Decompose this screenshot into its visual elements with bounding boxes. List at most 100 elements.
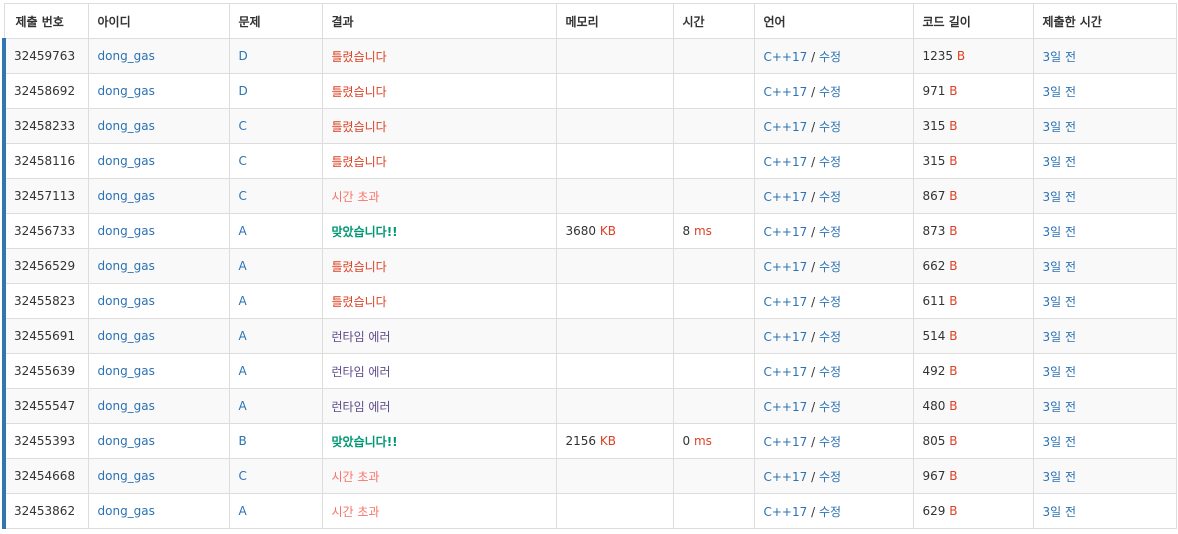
edit-link[interactable]: 수정 <box>819 330 841 344</box>
edit-link[interactable]: 수정 <box>819 190 841 204</box>
result-text: 맞았습니다!! <box>331 224 398 239</box>
memory-cell <box>555 143 674 179</box>
problem-link[interactable]: C <box>239 154 247 168</box>
language-link[interactable]: C++17 <box>764 120 808 134</box>
edit-link[interactable]: 수정 <box>819 85 841 99</box>
edit-link[interactable]: 수정 <box>819 120 841 134</box>
submission-id: 32454668 <box>2 458 89 494</box>
submitted-time-link[interactable]: 3일 전 <box>1043 435 1077 449</box>
problem-link[interactable]: A <box>239 259 247 273</box>
language-link[interactable]: C++17 <box>764 85 808 99</box>
language-link[interactable]: C++17 <box>764 155 808 169</box>
language-link[interactable]: C++17 <box>764 50 808 64</box>
language-link[interactable]: C++17 <box>764 400 808 414</box>
user-link[interactable]: dong_gas <box>98 329 155 343</box>
problem-link[interactable]: A <box>239 224 247 238</box>
user-id-cell: dong_gas <box>87 38 230 74</box>
language-link[interactable]: C++17 <box>764 330 808 344</box>
time-value: 0 <box>682 434 691 448</box>
time-cell <box>672 38 755 74</box>
problem-link[interactable]: C <box>239 189 247 203</box>
submitted-time-link[interactable]: 3일 전 <box>1043 470 1077 484</box>
language-link[interactable]: C++17 <box>764 225 808 239</box>
language-cell: C++17 / 수정 <box>753 73 914 109</box>
table-row: 32456733 dong_gas A 맞았습니다!! 3680 KB 8 ms C++17… <box>2 213 1177 249</box>
edit-link[interactable]: 수정 <box>819 505 841 519</box>
problem-link[interactable]: A <box>239 329 247 343</box>
problem-link[interactable]: A <box>239 399 247 413</box>
problem-link[interactable]: C <box>239 469 247 483</box>
submitted-time-link[interactable]: 3일 전 <box>1043 330 1077 344</box>
submitted-time-link[interactable]: 3일 전 <box>1043 365 1077 379</box>
language-link[interactable]: C++17 <box>764 470 808 484</box>
language-link[interactable]: C++17 <box>764 365 808 379</box>
memory-unit: KB <box>599 224 616 238</box>
language-link[interactable]: C++17 <box>764 295 808 309</box>
language-link[interactable]: C++17 <box>764 260 808 274</box>
edit-link[interactable]: 수정 <box>819 400 841 414</box>
edit-link[interactable]: 수정 <box>819 50 841 64</box>
user-id-cell: dong_gas <box>87 388 230 424</box>
problem-link[interactable]: D <box>239 49 248 63</box>
submitted-time-link[interactable]: 3일 전 <box>1043 260 1077 274</box>
user-link[interactable]: dong_gas <box>98 154 155 168</box>
submitted-time-link[interactable]: 3일 전 <box>1043 120 1077 134</box>
result-cell: 맞았습니다!! <box>321 423 557 459</box>
problem-link[interactable]: D <box>239 84 248 98</box>
submission-id: 32455393 <box>2 423 89 459</box>
user-id-cell: dong_gas <box>87 318 230 354</box>
edit-link[interactable]: 수정 <box>819 435 841 449</box>
user-link[interactable]: dong_gas <box>98 399 155 413</box>
result-text: 런타임 에러 <box>331 399 391 414</box>
language-cell: C++17 / 수정 <box>753 283 914 319</box>
submitted-time-link[interactable]: 3일 전 <box>1043 50 1077 64</box>
problem-link[interactable]: C <box>239 119 247 133</box>
edit-link[interactable]: 수정 <box>819 155 841 169</box>
submitted-time-link[interactable]: 3일 전 <box>1043 295 1077 309</box>
submitted-time-link[interactable]: 3일 전 <box>1043 155 1077 169</box>
problem-link[interactable]: B <box>239 434 247 448</box>
submitted-time-cell: 3일 전 <box>1032 493 1177 529</box>
edit-link[interactable]: 수정 <box>819 470 841 484</box>
user-link[interactable]: dong_gas <box>98 224 155 238</box>
language-separator: / <box>807 189 819 204</box>
edit-link[interactable]: 수정 <box>819 365 841 379</box>
submitted-time-cell: 3일 전 <box>1032 458 1177 494</box>
edit-link[interactable]: 수정 <box>819 295 841 309</box>
user-link[interactable]: dong_gas <box>98 259 155 273</box>
submitted-time-cell: 3일 전 <box>1032 213 1177 249</box>
user-link[interactable]: dong_gas <box>98 364 155 378</box>
header-code-length: 코드 길이 <box>912 3 1034 39</box>
user-link[interactable]: dong_gas <box>98 84 155 98</box>
submission-id: 32453862 <box>2 493 89 529</box>
submitted-time-cell: 3일 전 <box>1032 143 1177 179</box>
submitted-time-link[interactable]: 3일 전 <box>1043 505 1077 519</box>
submitted-time-link[interactable]: 3일 전 <box>1043 225 1077 239</box>
result-cell: 틀렸습니다 <box>321 143 557 179</box>
user-link[interactable]: dong_gas <box>98 189 155 203</box>
user-id-cell: dong_gas <box>87 283 230 319</box>
user-link[interactable]: dong_gas <box>98 504 155 518</box>
user-link[interactable]: dong_gas <box>98 119 155 133</box>
user-link[interactable]: dong_gas <box>98 294 155 308</box>
problem-link[interactable]: A <box>239 294 247 308</box>
problem-link[interactable]: A <box>239 504 247 518</box>
edit-link[interactable]: 수정 <box>819 225 841 239</box>
language-link[interactable]: C++17 <box>764 505 808 519</box>
edit-link[interactable]: 수정 <box>819 260 841 274</box>
submission-status-table: 제출 번호 아이디 문제 결과 메모리 시간 언어 코드 길이 제출한 시간 3… <box>2 3 1177 529</box>
result-cell: 런타임 에러 <box>321 388 557 424</box>
language-link[interactable]: C++17 <box>764 435 808 449</box>
submitted-time-link[interactable]: 3일 전 <box>1043 190 1077 204</box>
language-link[interactable]: C++17 <box>764 190 808 204</box>
problem-link[interactable]: A <box>239 364 247 378</box>
user-link[interactable]: dong_gas <box>98 469 155 483</box>
user-link[interactable]: dong_gas <box>98 49 155 63</box>
submitted-time-cell: 3일 전 <box>1032 318 1177 354</box>
language-cell: C++17 / 수정 <box>753 143 914 179</box>
user-link[interactable]: dong_gas <box>98 434 155 448</box>
code-length-unit: B <box>949 259 958 273</box>
language-cell: C++17 / 수정 <box>753 458 914 494</box>
submitted-time-link[interactable]: 3일 전 <box>1043 85 1077 99</box>
submitted-time-link[interactable]: 3일 전 <box>1043 400 1077 414</box>
